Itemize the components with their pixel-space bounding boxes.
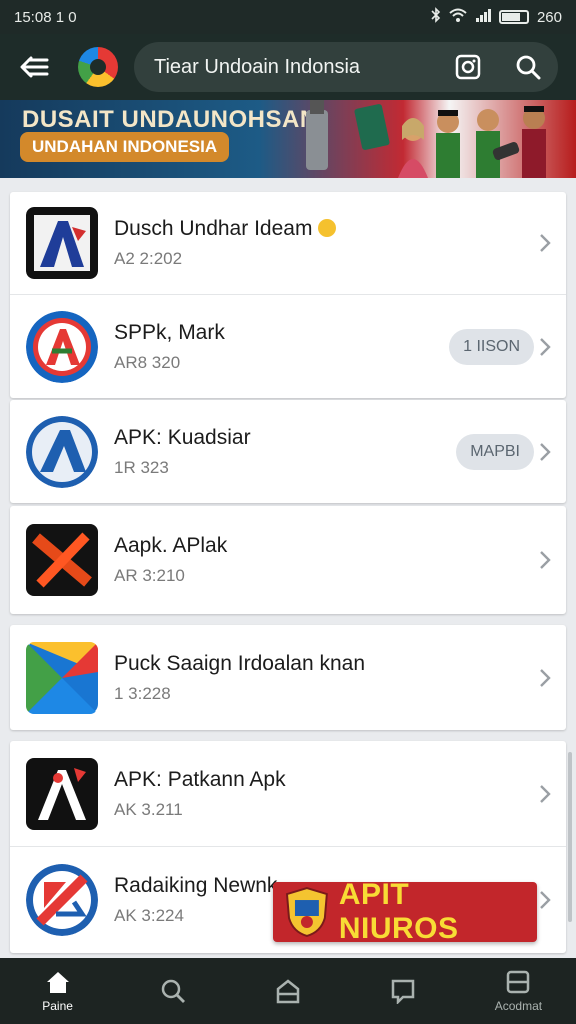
menu-back-button[interactable] bbox=[16, 49, 52, 85]
search-input[interactable]: Tiear Undoain Indonsia bbox=[154, 56, 448, 79]
app-icon-red-blue bbox=[26, 864, 98, 936]
nav-search[interactable] bbox=[115, 958, 230, 1024]
list-item[interactable]: Puck Saaign Irdoalan knan 1 3:228 bbox=[10, 625, 566, 730]
list-item[interactable]: APK: Patkann Apk AK 3.211 bbox=[10, 741, 566, 847]
banner-pill: UNDAHAN INDONESIA bbox=[20, 132, 230, 162]
account-icon bbox=[507, 970, 530, 994]
chevron-right-icon bbox=[540, 442, 551, 461]
home-icon bbox=[46, 972, 69, 993]
chevron-right-icon bbox=[540, 234, 551, 252]
scrollbar[interactable] bbox=[568, 752, 572, 922]
shield-badge-icon bbox=[285, 887, 328, 937]
app-title: APK: Patkann Apk bbox=[114, 767, 286, 791]
app-icon-black-a bbox=[26, 757, 98, 830]
app-list: Dusch Undhar Ideam A2 2:202 SPPk, Mark A… bbox=[10, 192, 566, 953]
chevron-right-icon bbox=[540, 891, 551, 909]
banner-people-image bbox=[306, 100, 546, 178]
status-icons: 260 bbox=[431, 7, 562, 27]
list-item[interactable]: Aapk. APlak AR 3:210 bbox=[10, 506, 566, 614]
app-subtitle: AR 3:210 bbox=[114, 566, 185, 585]
store-icon bbox=[276, 979, 300, 1004]
app-icon-round-a bbox=[26, 310, 98, 383]
app-card-group-4: Puck Saaign Irdoalan knan 1 3:228 bbox=[10, 625, 566, 730]
app-icon-play bbox=[26, 641, 98, 714]
install-badge[interactable]: MAPBI bbox=[456, 433, 534, 470]
chevron-right-icon bbox=[540, 784, 551, 803]
floating-ad[interactable]: APIT NIUROS bbox=[273, 878, 537, 945]
install-badge[interactable]: 1 IISON bbox=[449, 328, 534, 365]
wifi-icon bbox=[449, 8, 467, 26]
promo-banner[interactable]: DUSAIT UNDAUNOHSAN UNDAHAN INDONESIA bbox=[0, 100, 576, 178]
app-card-group-3: Aapk. APlak AR 3:210 bbox=[10, 506, 566, 614]
search-icon bbox=[161, 979, 185, 1003]
battery-icon bbox=[498, 10, 529, 24]
nav-home[interactable]: Paine bbox=[0, 958, 115, 1024]
bottom-nav: Paine Acodmat bbox=[0, 958, 576, 1024]
search-icon bbox=[516, 55, 541, 80]
banner-title: DUSAIT UNDAUNOHSAN bbox=[22, 106, 318, 133]
list-item[interactable]: APK: Kuadsiar 1R 323 MAPBI bbox=[10, 400, 566, 503]
chevron-right-icon bbox=[540, 668, 551, 687]
chevron-right-icon bbox=[540, 551, 551, 569]
app-subtitle: A2 2:202 bbox=[114, 249, 183, 268]
nav-store[interactable] bbox=[230, 958, 345, 1024]
status-bar: 15:08 1 0 260 bbox=[0, 0, 576, 34]
app-card-group-1: Dusch Undhar Ideam A2 2:202 SPPk, Mark A… bbox=[10, 192, 566, 398]
app-subtitle: 1 3:228 bbox=[114, 683, 171, 703]
app-icon-letter-a bbox=[26, 207, 98, 279]
bluetooth-icon bbox=[431, 7, 441, 27]
app-title: Aapk. APlak bbox=[114, 534, 228, 557]
nav-messages[interactable] bbox=[346, 958, 461, 1024]
app-title: Dusch Undhar Ideam bbox=[114, 217, 566, 241]
list-item[interactable]: SPPk, Mark AR8 320 1 IISON bbox=[10, 295, 566, 398]
emoji-icon bbox=[318, 219, 337, 237]
status-time: 15:08 1 0 bbox=[14, 8, 77, 26]
nav-account-label: Acodmat bbox=[494, 999, 543, 1013]
chevron-right-icon bbox=[540, 337, 551, 356]
app-bar: Tiear Undoain Indonsia bbox=[0, 34, 576, 100]
app-icon-blue-a bbox=[26, 415, 98, 488]
app-card-group-2: APK: Kuadsiar 1R 323 MAPBI bbox=[10, 400, 566, 503]
search-bar[interactable]: Tiear Undoain Indonsia bbox=[134, 42, 558, 92]
camera-button[interactable] bbox=[448, 47, 488, 87]
back-arrow-icon bbox=[20, 56, 49, 78]
app-logo[interactable] bbox=[78, 47, 118, 87]
app-title: Puck Saaign Irdoalan knan bbox=[114, 651, 366, 675]
nav-home-label: Paine bbox=[42, 999, 73, 1013]
search-button[interactable] bbox=[508, 47, 548, 87]
signal-icon bbox=[475, 8, 491, 26]
promo-label: APIT NIUROS bbox=[338, 878, 459, 945]
message-icon bbox=[391, 979, 415, 1004]
camera-icon bbox=[455, 54, 481, 80]
list-item[interactable]: Dusch Undhar Ideam A2 2:202 bbox=[10, 192, 566, 295]
app-subtitle: AK 3.211 bbox=[114, 799, 183, 819]
app-icon-x bbox=[26, 524, 98, 596]
battery-level: 260 bbox=[536, 8, 562, 26]
nav-account[interactable]: Acodmat bbox=[461, 958, 576, 1024]
